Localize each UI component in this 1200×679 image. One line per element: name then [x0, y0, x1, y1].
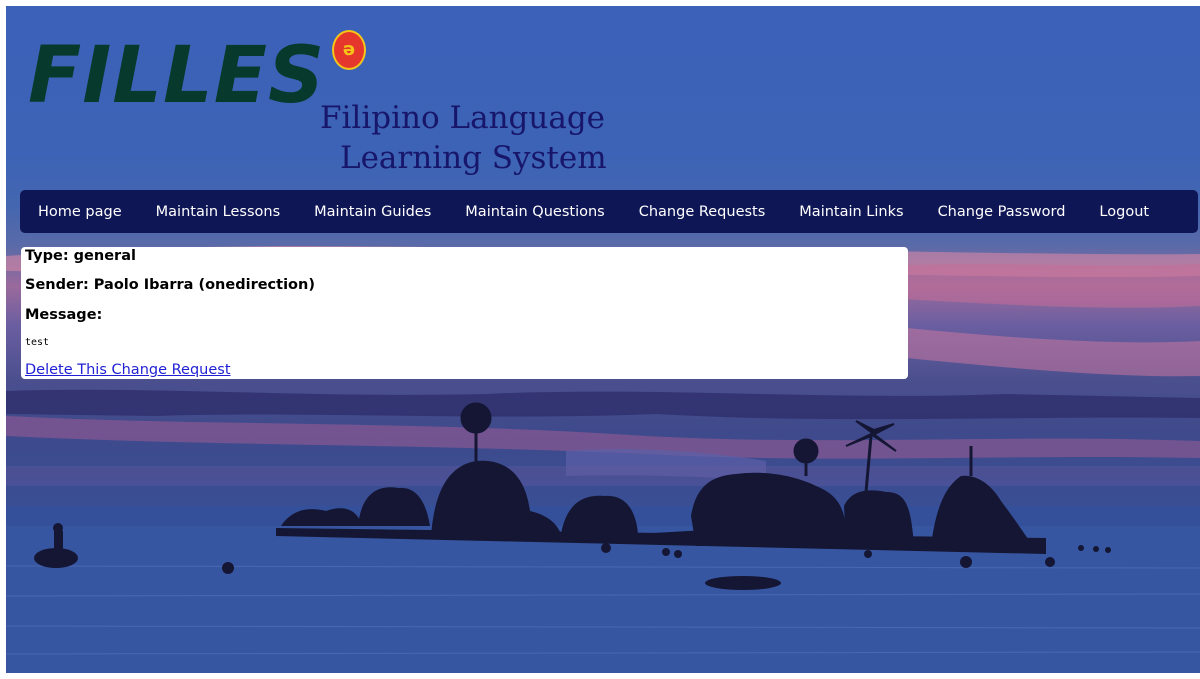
- delete-change-request-link[interactable]: Delete This Change Request: [25, 362, 231, 378]
- change-request-panel: Type: general Sender: Paolo Ibarra (oned…: [21, 247, 908, 379]
- message-body: test: [25, 337, 50, 348]
- request-sender: Sender: Paolo Ibarra (onedirection): [25, 277, 315, 293]
- main-navigation: Home page Maintain Lessons Maintain Guid…: [20, 190, 1198, 233]
- nav-maintain-guides[interactable]: Maintain Guides: [297, 204, 448, 220]
- request-type: Type: general: [25, 248, 136, 264]
- site-tagline: Filipino Language Learning System: [320, 98, 620, 178]
- tagline-line-2: Learning System: [340, 140, 607, 176]
- tagline-line-1: Filipino Language: [320, 100, 606, 136]
- nav-home-page[interactable]: Home page: [20, 204, 139, 220]
- nav-change-requests[interactable]: Change Requests: [622, 204, 783, 220]
- nav-logout[interactable]: Logout: [1082, 204, 1166, 220]
- emblem-glyph: ə: [342, 39, 356, 60]
- message-label: Message:: [25, 307, 103, 323]
- logo-wordmark[interactable]: FILLES: [28, 36, 325, 116]
- nav-maintain-lessons[interactable]: Maintain Lessons: [139, 204, 297, 220]
- nav-maintain-links[interactable]: Maintain Links: [782, 204, 920, 220]
- language-emblem-icon: ə: [332, 30, 366, 70]
- nav-maintain-questions[interactable]: Maintain Questions: [448, 204, 621, 220]
- nav-change-password[interactable]: Change Password: [921, 204, 1083, 220]
